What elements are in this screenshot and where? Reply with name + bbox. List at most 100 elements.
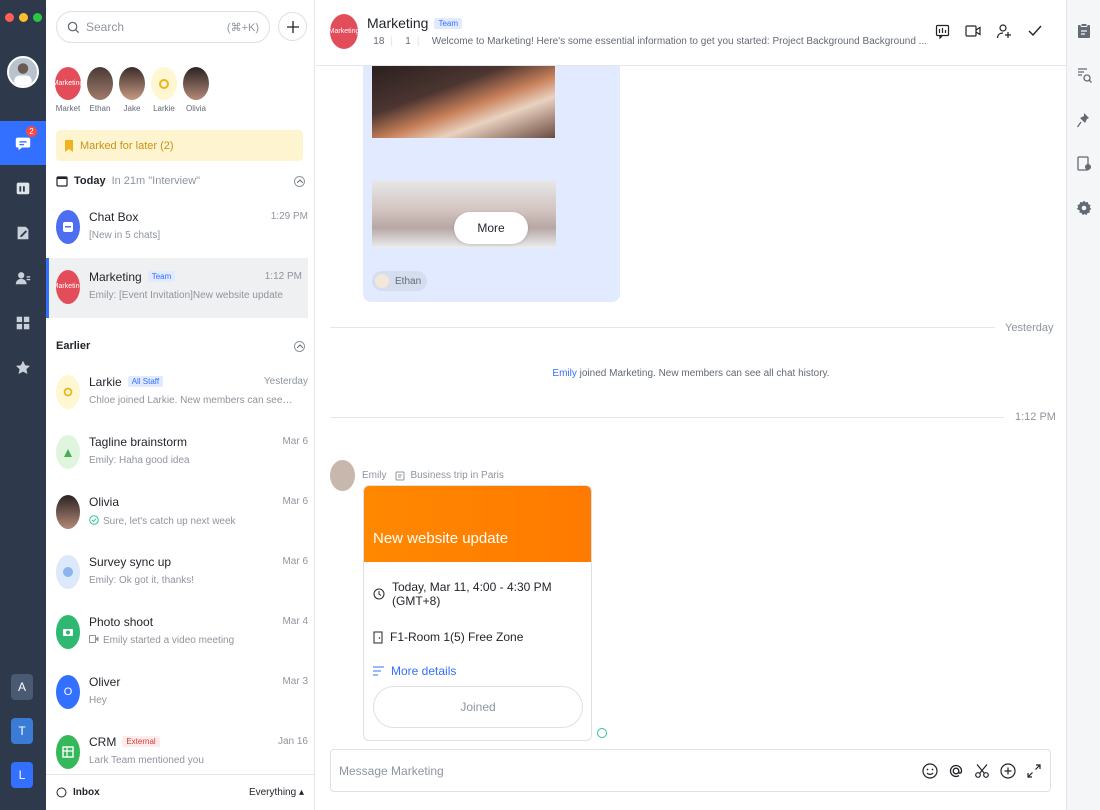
pinned-jake[interactable]: Jake xyxy=(119,67,145,113)
chat-item-survey-sync-up[interactable]: Survey sync up Mar 6 Emily: Ok got it, th… xyxy=(46,543,314,603)
emoji-button[interactable] xyxy=(921,762,938,779)
more-images-button[interactable]: More xyxy=(454,212,528,244)
all-staff-tag: All Staff xyxy=(127,376,164,387)
event-more-details[interactable]: More details xyxy=(364,664,591,678)
chat-item-larkie[interactable]: Larkie All Staff Yesterday Chloe joined La… xyxy=(46,363,314,423)
emily-avatar[interactable] xyxy=(330,460,355,491)
chat-title[interactable]: Marketing Team xyxy=(367,15,463,31)
workspace-l[interactable]: L xyxy=(11,762,33,788)
photo-shoot-avatar xyxy=(56,615,80,649)
message-composer[interactable]: Message Marketing xyxy=(330,749,1051,792)
maximize-window-button[interactable] xyxy=(33,13,42,22)
mark-done-button[interactable] xyxy=(1026,22,1044,40)
chat-name: Chat Box xyxy=(89,209,139,224)
collapse-today-button[interactable] xyxy=(294,175,305,187)
chat-item-chat-box[interactable]: Chat Box 1:29 PM [New in 5 chats] xyxy=(46,198,314,258)
screenshot-button[interactable] xyxy=(973,762,990,779)
external-tag: External xyxy=(122,736,160,747)
date-divider xyxy=(330,327,995,328)
chat-name: CRM xyxy=(89,734,117,749)
details-icon xyxy=(373,666,384,676)
at-icon xyxy=(949,764,962,777)
search-shortcut: (⌘+K) xyxy=(226,21,259,34)
author-name: Ethan xyxy=(395,275,422,287)
pinned-olivia[interactable]: Olivia xyxy=(183,67,209,113)
docs-nav-button[interactable] xyxy=(0,211,46,255)
calendar-nav-button[interactable] xyxy=(0,166,46,210)
mention-button[interactable] xyxy=(947,762,964,779)
pinned-messages-button[interactable] xyxy=(1076,112,1092,128)
chat-item-marketing[interactable]: Marketing Marketing Team 1:12 PM Emily: [E… xyxy=(46,258,308,318)
chat-item-olivia[interactable]: Olivia Mar 6 Sure, let's catch up next we… xyxy=(46,483,314,543)
event-invitation-card[interactable]: New website update Today, Mar 11, 4:00 -… xyxy=(363,485,592,741)
plus-circle-icon xyxy=(999,762,1016,779)
workspace-a[interactable]: A xyxy=(11,674,33,700)
workplace-nav-button[interactable] xyxy=(0,301,46,345)
add-member-button[interactable] xyxy=(995,22,1013,40)
pinned-marketing[interactable]: Marketing Market xyxy=(55,67,81,113)
group-avatar[interactable]: Marketing xyxy=(329,14,359,49)
docs-icon xyxy=(17,226,29,240)
star-icon xyxy=(15,360,31,375)
group-description[interactable]: Welcome to Marketing! Here's some essent… xyxy=(432,36,927,47)
system-message: Emily joined Marketing. New members can … xyxy=(316,368,1066,379)
chat-preview: Chloe joined Larkie. New members can see… xyxy=(89,395,294,406)
chat-meta: 18 | 1 | Welcome to Marketing! Here's so… xyxy=(367,36,927,47)
favorites-nav-button[interactable] xyxy=(0,346,46,390)
time-divider-label: 1:12 PM xyxy=(1015,411,1056,423)
pinned-ethan[interactable]: Ethan xyxy=(87,67,113,113)
system-text: joined Marketing. New members can see al… xyxy=(576,368,830,379)
inbox-label[interactable]: Inbox xyxy=(73,787,100,798)
camera-icon xyxy=(63,629,73,636)
composer-placeholder: Message Marketing xyxy=(339,763,444,778)
marked-for-later-banner[interactable]: Marked for later (2) xyxy=(56,130,303,161)
date-divider-label: Yesterday xyxy=(1005,322,1054,334)
system-user[interactable]: Emily xyxy=(552,368,576,379)
chat-files-button[interactable] xyxy=(1076,156,1092,172)
chat-time: Yesterday xyxy=(263,376,308,387)
video-call-button[interactable] xyxy=(964,22,982,40)
chat-preview: [New in 5 chats] xyxy=(89,230,161,241)
search-history-button[interactable] xyxy=(1076,67,1092,83)
pinned-label: Ethan xyxy=(89,104,111,113)
joined-button[interactable]: Joined xyxy=(373,686,583,728)
attach-button[interactable] xyxy=(999,762,1016,779)
profile-avatar[interactable] xyxy=(7,56,39,88)
chat-preview: Emily: Ok got it, thanks! xyxy=(89,575,195,586)
clipboard-button[interactable] xyxy=(1076,23,1092,39)
filter-dropdown[interactable]: Everything ▴ xyxy=(249,787,304,798)
messenger-nav-button[interactable]: 2 xyxy=(0,121,46,165)
sender-name[interactable]: Emily xyxy=(362,470,386,481)
contacts-nav-button[interactable] xyxy=(0,256,46,300)
inbox-icon xyxy=(63,222,73,232)
search-input[interactable]: Search (⌘+K) xyxy=(56,11,270,43)
search-icon xyxy=(67,21,80,33)
chat-preview: Sure, let's catch up next week xyxy=(89,515,294,527)
calendar-small-icon xyxy=(56,176,68,187)
chat-item-oliver[interactable]: O Oliver Mar 3 Hey xyxy=(46,663,314,723)
scissors-icon xyxy=(974,763,989,778)
emoji-icon xyxy=(921,762,938,779)
meeting-notes-button[interactable] xyxy=(933,22,951,40)
chat-item-tagline-brainstorm[interactable]: Tagline brainstorm Mar 6 Emily: Haha good… xyxy=(46,423,314,483)
event-title: New website update xyxy=(364,486,591,562)
chat-item-photo-shoot[interactable]: Photo shoot Mar 4 Emily started a video m… xyxy=(46,603,314,663)
chat-settings-button[interactable] xyxy=(1076,200,1092,216)
chat-preview-text: Sure, let's catch up next week xyxy=(103,516,236,527)
more-details-link[interactable]: More details xyxy=(391,664,456,678)
minimize-window-button[interactable] xyxy=(19,13,28,22)
photo-thumbnail[interactable] xyxy=(372,66,555,138)
author-chip[interactable]: Ethan xyxy=(372,271,428,291)
member-count[interactable]: 18 xyxy=(373,36,384,47)
pinned-larkie[interactable]: Larkie xyxy=(151,67,177,113)
chat-preview: Emily: [Event Invitation]New website upd… xyxy=(89,290,283,301)
close-window-button[interactable] xyxy=(5,13,14,22)
notes-icon xyxy=(935,24,949,39)
chat-box-avatar xyxy=(56,210,80,244)
workspace-t[interactable]: T xyxy=(11,718,33,744)
bot-count[interactable]: 1 xyxy=(405,36,411,47)
chat-time: Mar 3 xyxy=(282,676,308,687)
expand-composer-button[interactable] xyxy=(1025,762,1042,779)
collapse-earlier-button[interactable] xyxy=(294,340,305,352)
new-chat-button[interactable] xyxy=(278,12,307,41)
